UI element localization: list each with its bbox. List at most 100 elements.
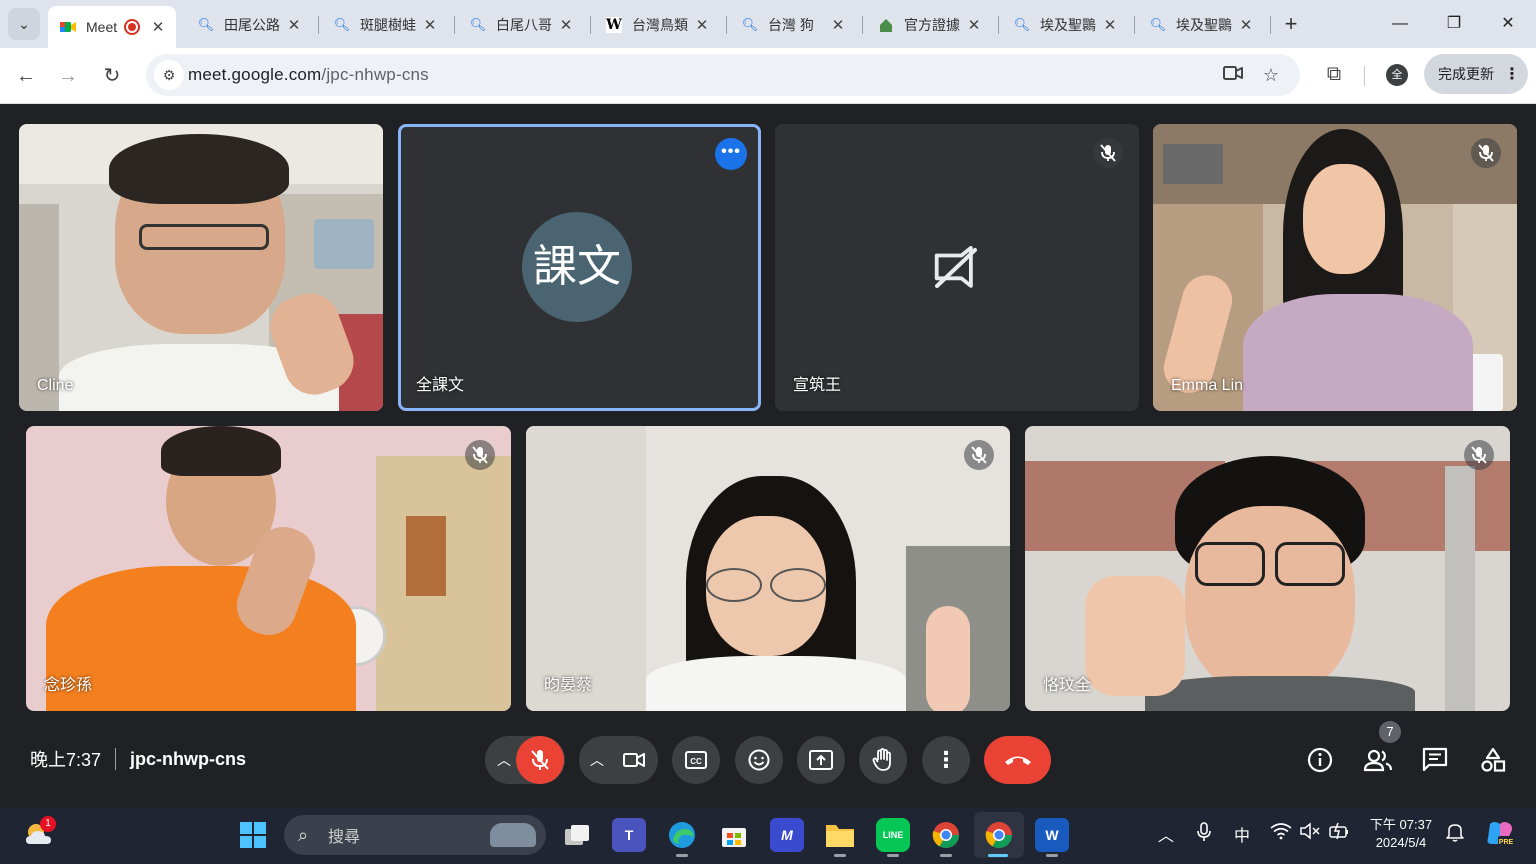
more-options-button[interactable]: ⋮ (922, 736, 970, 784)
url-path: /jpc-nhwp-cns (321, 65, 429, 84)
file-explorer-icon[interactable] (823, 818, 857, 852)
tab-search-2[interactable]: 🔍︎ 斑腿樹蛙 ✕ (322, 8, 448, 42)
tab-close-icon[interactable]: ✕ (554, 16, 578, 34)
extensions-icon[interactable]: ⧉ (1320, 60, 1348, 88)
assistant-app-icon[interactable]: M (770, 818, 804, 852)
edge-icon[interactable] (665, 818, 699, 852)
tab-official[interactable]: 官方證據 ✕ (866, 8, 992, 42)
tab-search-button[interactable]: ⌄ (8, 8, 40, 40)
camera-options-chevron-icon[interactable]: ︿ (590, 750, 604, 770)
tab-search-5[interactable]: 🔍︎ 埃及聖䴉 ✕ (1002, 8, 1128, 42)
taskbar-search-placeholder: 搜尋 (328, 829, 361, 846)
tab-close-icon[interactable]: ✕ (282, 16, 306, 34)
svg-text:CC: CC (690, 757, 702, 766)
site-info-icon[interactable]: ⚙ (154, 60, 184, 90)
close-window-icon[interactable]: ✕ (1488, 8, 1528, 40)
tab-search-3[interactable]: 🔍︎ 白尾八哥 ✕ (458, 8, 584, 42)
tab-separator (726, 16, 727, 34)
participant-tile[interactable]: 恪玟全 (1025, 426, 1510, 711)
tab-close-icon[interactable]: ✕ (690, 16, 714, 34)
line-app-icon[interactable]: LINE (876, 818, 910, 852)
task-view-icon[interactable] (560, 818, 594, 852)
meeting-details-button[interactable] (1302, 742, 1338, 778)
activities-button[interactable] (1475, 742, 1511, 778)
chat-icon (1422, 747, 1448, 772)
forward-icon[interactable]: → (52, 60, 84, 92)
notifications-bell-icon[interactable] (1446, 822, 1464, 847)
restore-icon[interactable]: ❐ (1434, 8, 1474, 40)
captions-button[interactable]: CC (672, 736, 720, 784)
system-clock[interactable]: 下午 07:37 2024/5/4 (1364, 816, 1438, 852)
taskbar-search-box[interactable]: ⌕ 搜尋 (284, 815, 546, 855)
copilot-icon[interactable]: PRE (1484, 820, 1514, 853)
recording-icon (124, 19, 140, 35)
participant-tile[interactable]: 念珍孫 (26, 426, 511, 711)
mic-off-icon (1464, 440, 1494, 470)
notification-count-badge: 1 (40, 816, 56, 832)
ime-indicator[interactable]: 中 (1234, 822, 1250, 846)
search-icon: 🔍︎ (741, 17, 759, 32)
chrome-icon[interactable] (929, 818, 963, 852)
tab-close-icon[interactable]: ✕ (1098, 16, 1122, 34)
tab-separator (318, 16, 319, 34)
present-to-all-icon (809, 750, 833, 770)
show-hidden-icons-chevron-icon[interactable]: ︿ (1158, 822, 1174, 846)
participant-tile[interactable]: 宣筑王 (775, 124, 1139, 411)
tab-close-icon[interactable]: ✕ (1234, 16, 1258, 34)
tab-close-icon[interactable]: ✕ (826, 16, 850, 34)
tab-separator (590, 16, 591, 34)
url-text[interactable]: meet.google.com/jpc-nhwp-cns (188, 65, 429, 85)
video-camera-icon[interactable] (1222, 64, 1244, 86)
tab-search-1[interactable]: 🔍︎ 田尾公路 ✕ (186, 8, 312, 42)
microsoft-store-icon[interactable] (717, 818, 751, 852)
participant-tile-selected[interactable]: 課文 ••• 全課文 (398, 124, 761, 411)
people-button[interactable] (1360, 742, 1396, 778)
raise-hand-button[interactable] (859, 736, 907, 784)
more-options-icon[interactable]: ••• (715, 138, 747, 170)
browser-tab-strip: ⌄ Meet ✕ 🔍︎ 田尾公路 ✕ 🔍︎ 斑腿樹蛙 ✕ 🔍︎ 白尾八哥 ✕ W… (0, 0, 1536, 48)
microphone-tray-icon[interactable] (1197, 822, 1211, 847)
battery-charging-icon[interactable] (1328, 822, 1350, 845)
update-button[interactable]: 完成更新 ⋮ (1424, 54, 1528, 94)
chat-button[interactable] (1417, 742, 1453, 778)
mic-toggle-button[interactable] (516, 736, 564, 784)
participant-tile[interactable]: Cline (19, 124, 383, 411)
mic-options-chevron-icon[interactable]: ︿ (497, 750, 511, 770)
profile-avatar[interactable]: 全 (1386, 64, 1408, 86)
bookmark-star-icon[interactable]: ☆ (1260, 64, 1282, 86)
tab-close-icon[interactable]: ✕ (962, 16, 986, 34)
tab-title: 台灣鳥類 (632, 17, 688, 33)
tab-search-6[interactable]: 🔍︎ 埃及聖䴉 ✕ (1138, 8, 1264, 42)
present-screen-button[interactable] (797, 736, 845, 784)
volume-muted-icon[interactable] (1300, 822, 1320, 845)
reload-icon[interactable]: ↻ (96, 60, 128, 92)
running-indicator (887, 854, 899, 857)
back-icon[interactable]: ← (10, 60, 42, 92)
leave-call-button[interactable] (984, 736, 1051, 784)
wifi-icon[interactable] (1270, 822, 1292, 845)
participant-tile[interactable]: Emma Lin (1153, 124, 1517, 411)
participant-tile[interactable]: 昀晏蔡 (526, 426, 1010, 711)
word-icon[interactable]: W (1035, 818, 1069, 852)
tab-close-icon[interactable]: ✕ (418, 16, 442, 34)
video-feed (1025, 426, 1510, 711)
participant-name: 恪玟全 (1043, 677, 1092, 694)
tab-title: 官方證據 (904, 17, 960, 33)
search-icon: 🔍︎ (1013, 17, 1031, 32)
new-tab-button[interactable]: + (1278, 10, 1304, 38)
camera-toggle-button[interactable] (610, 736, 658, 784)
more-vert-icon: ⋮ (935, 747, 957, 772)
camera-control-group: ︿ (579, 736, 658, 784)
tab-wikipedia[interactable]: W 台灣鳥類 ✕ (594, 8, 720, 42)
tab-close-icon[interactable]: ✕ (146, 18, 170, 36)
reactions-button[interactable] (735, 736, 783, 784)
minimize-icon[interactable]: — (1380, 8, 1420, 40)
tab-meet[interactable]: Meet ✕ (48, 6, 176, 48)
chrome-active-icon[interactable] (982, 818, 1016, 852)
windows-start-icon[interactable] (236, 818, 270, 852)
tab-separator (998, 16, 999, 34)
teams-icon[interactable]: T (612, 818, 646, 852)
address-bar[interactable]: ⚙ meet.google.com/jpc-nhwp-cns ☆ (146, 54, 1300, 96)
tab-search-4[interactable]: 🔍︎ 台灣 狗 ✕ (730, 8, 856, 42)
tab-separator (1270, 16, 1271, 34)
